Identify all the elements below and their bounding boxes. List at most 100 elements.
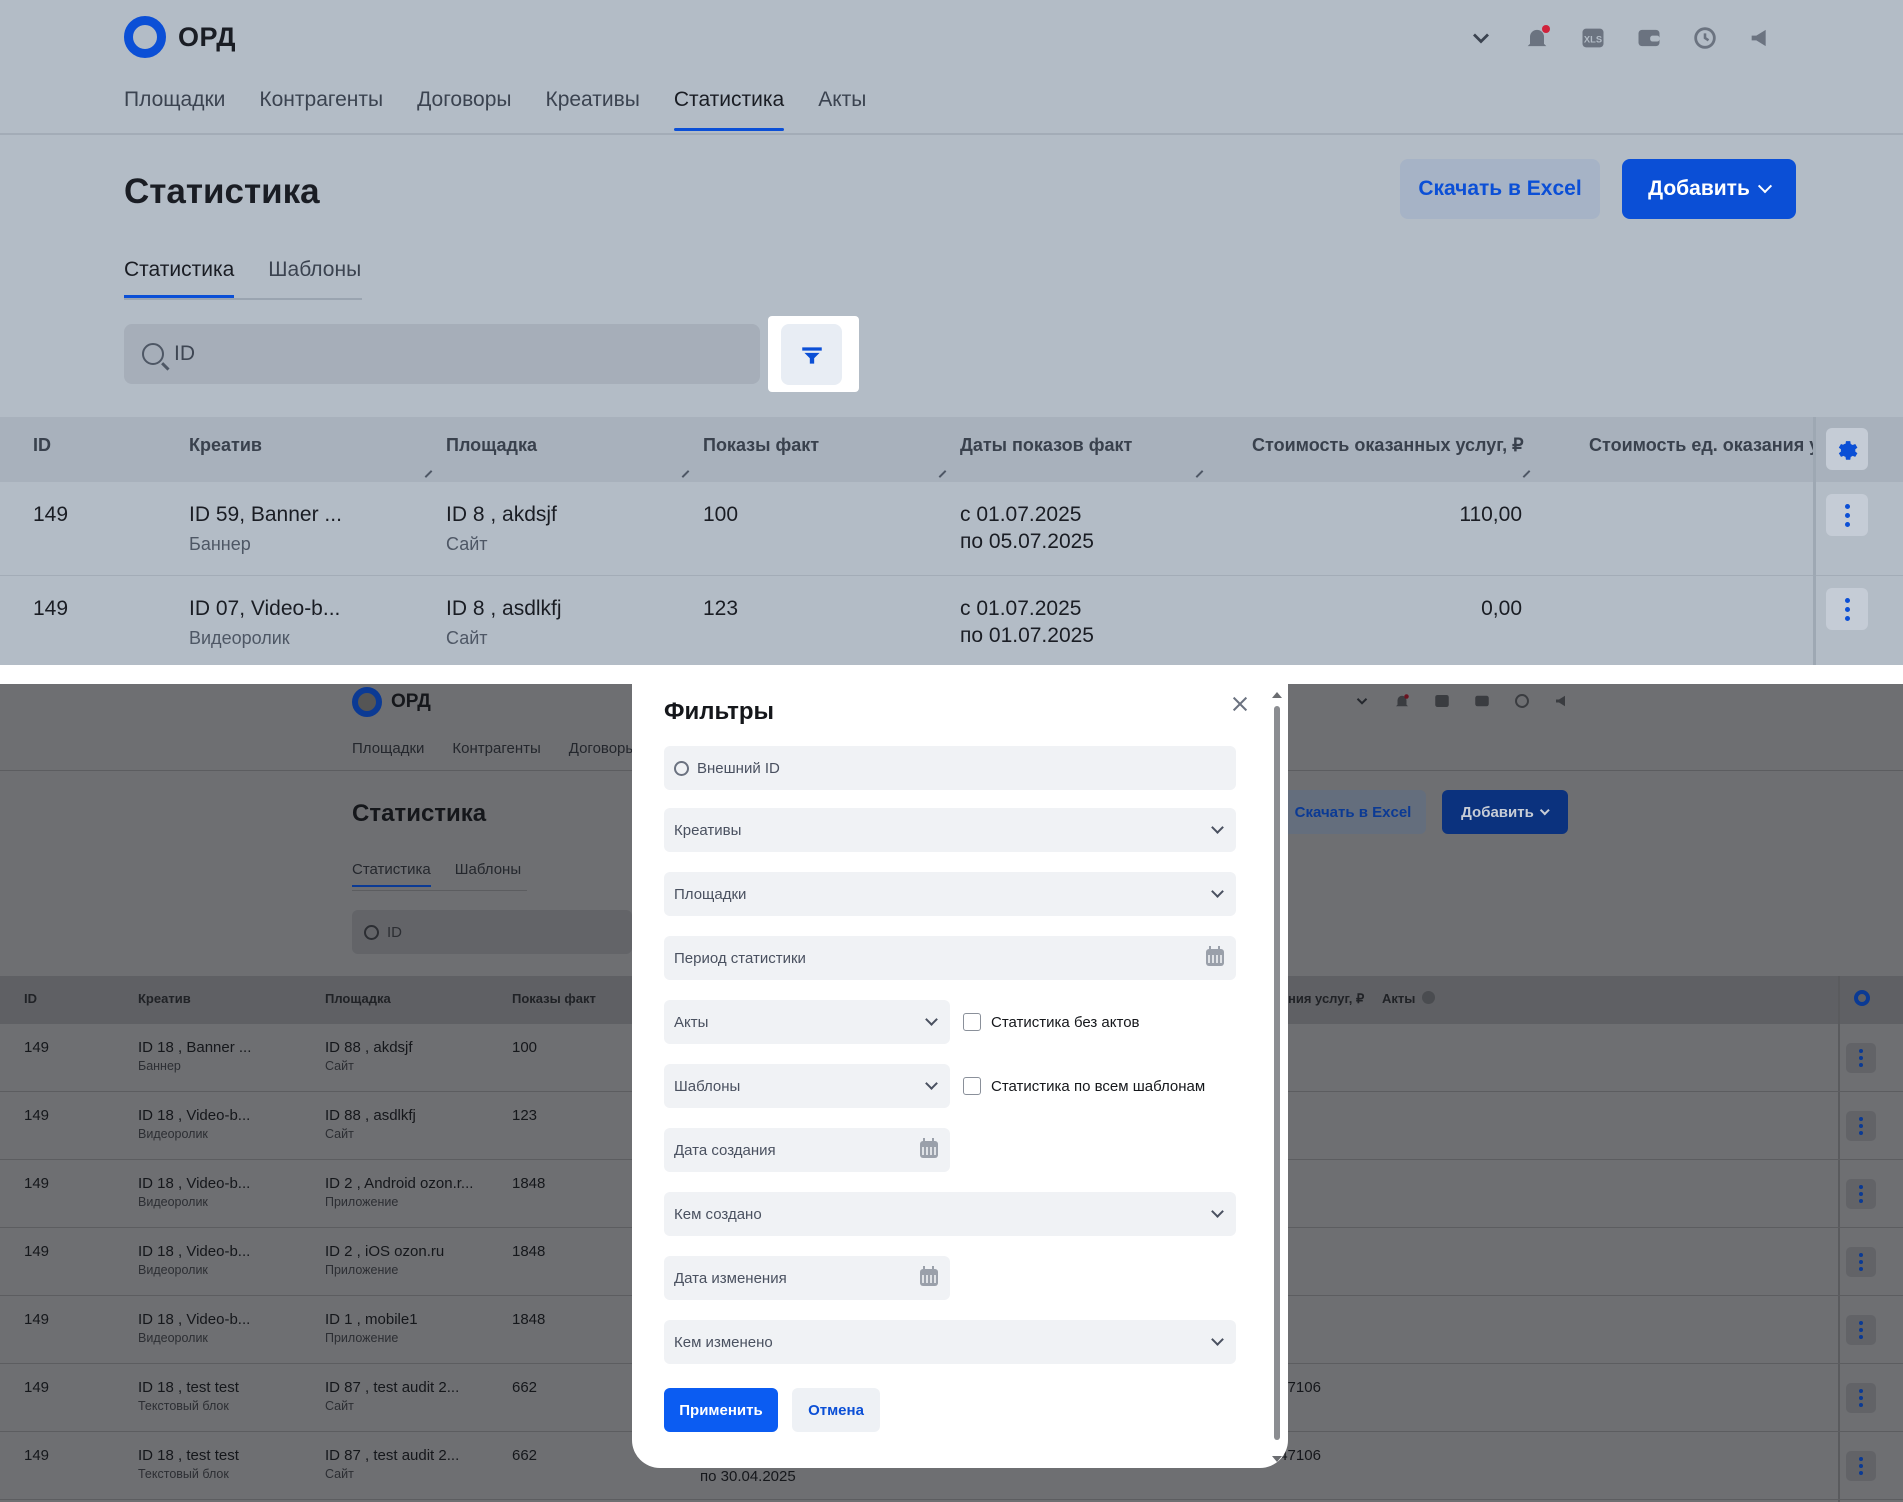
modal-scrollbar[interactable] <box>1272 690 1282 1462</box>
cell-platform: ID 88 , akdsjf <box>325 1039 413 1056</box>
resize-handle[interactable] <box>424 470 433 478</box>
all-templates-label: Статистика по всем шаблонам <box>991 1077 1206 1095</box>
cell-platform-type: Приложение <box>325 1331 399 1345</box>
nav-item-counterparties[interactable]: Контрагенты <box>259 88 383 130</box>
chevron-down-icon <box>1757 179 1772 194</box>
wallet-icon[interactable] <box>1633 22 1665 54</box>
cell-creative-type: Видеоролик <box>138 1195 208 1209</box>
resize-handle[interactable] <box>1195 470 1204 478</box>
cell-platform-type: Сайт <box>325 1467 354 1481</box>
info-icon <box>1422 991 1435 1004</box>
filter-button[interactable] <box>781 324 842 385</box>
page-title: Статистика <box>352 800 487 827</box>
cell-shows: 1848 <box>512 1243 546 1260</box>
no-acts-checkbox[interactable]: Статистика без актов <box>963 1013 1140 1031</box>
megaphone-icon[interactable] <box>1745 22 1777 54</box>
add-button[interactable]: Добавить <box>1622 159 1796 219</box>
cell-platform-type: Сайт <box>446 534 488 554</box>
search-icon <box>142 343 164 365</box>
platforms-select[interactable]: Площадки <box>664 872 1236 916</box>
scroll-up-icon[interactable] <box>1272 692 1282 698</box>
nav-item-platforms[interactable]: Площадки <box>124 88 225 130</box>
cell-creative: ID 18 , test test <box>138 1379 239 1396</box>
scroll-down-icon[interactable] <box>1272 1456 1282 1462</box>
cancel-button[interactable]: Отмена <box>792 1388 880 1432</box>
cell-creative: ID 18 , test test <box>138 1447 239 1464</box>
bell-icon[interactable] <box>1521 22 1553 54</box>
download-excel-button[interactable]: Скачать в Excel <box>1400 159 1600 219</box>
table-row[interactable]: 149 ID 07, Video-b... Видеоролик ID 8 , … <box>0 576 1903 665</box>
chevron-down-icon[interactable] <box>1465 22 1497 54</box>
checkbox[interactable] <box>963 1077 981 1095</box>
gear-icon <box>1854 990 1870 1006</box>
nav-item-creatives[interactable]: Креативы <box>545 88 639 130</box>
created-date-field[interactable]: Дата создания <box>664 1128 950 1172</box>
resize-handle[interactable] <box>938 470 947 478</box>
apply-button[interactable]: Применить <box>664 1388 778 1432</box>
acts-select[interactable]: Акты <box>664 1000 950 1044</box>
column-header-platform[interactable]: Площадка <box>446 435 537 456</box>
cell-creative: ID 59, Banner ... <box>189 503 342 526</box>
period-field[interactable]: Период статистики <box>664 936 1236 980</box>
column-header-cost[interactable]: Стоимость оказанных услуг, ₽ <box>1252 435 1524 456</box>
cell-platform-type: Сайт <box>325 1059 354 1073</box>
screenshot-root: ОРД XLS Площадки Контрагенты Договоры Кр… <box>0 0 1903 1502</box>
scroll-thumb[interactable] <box>1274 706 1280 1440</box>
cell-platform-type: Сайт <box>325 1399 354 1413</box>
tab-templates: Шаблоны <box>454 861 522 878</box>
column-header-shows[interactable]: Показы факт <box>703 435 819 456</box>
resize-handle[interactable] <box>681 470 690 478</box>
checkbox[interactable] <box>963 1013 981 1031</box>
table-row[interactable]: 149 ID 59, Banner ... Баннер ID 8 , akds… <box>0 482 1903 576</box>
search-input: ID <box>352 910 632 954</box>
external-id-field[interactable]: Внешний ID <box>664 746 1236 790</box>
chevron-down-icon <box>925 1013 938 1026</box>
all-templates-checkbox[interactable]: Статистика по всем шаблонам <box>963 1077 1205 1095</box>
add-button-label: Добавить <box>1461 803 1534 821</box>
cell-creative: ID 07, Video-b... <box>189 597 341 620</box>
row-actions-button[interactable] <box>1826 494 1868 536</box>
close-icon[interactable] <box>1228 692 1252 716</box>
tab-statistics[interactable]: Статистика <box>124 258 235 298</box>
history-icon[interactable] <box>1689 22 1721 54</box>
modified-by-select[interactable]: Кем изменено <box>664 1320 1236 1364</box>
modified-date-field[interactable]: Дата изменения <box>664 1256 950 1300</box>
app-logo[interactable]: ОРД <box>124 16 236 58</box>
cell-platform: ID 2 , iOS ozon.ru <box>325 1243 445 1260</box>
table-settings-button[interactable] <box>1826 428 1868 470</box>
notification-dot <box>1542 25 1550 33</box>
nav-item-statistics[interactable]: Статистика <box>673 88 785 131</box>
chevron-down-icon <box>1211 1205 1224 1218</box>
row-actions-button <box>1846 1247 1876 1277</box>
nav-item-acts[interactable]: Акты <box>818 88 866 130</box>
templates-select[interactable]: Шаблоны <box>664 1064 950 1108</box>
xls-icon <box>1432 691 1452 711</box>
xls-icon[interactable]: XLS <box>1577 22 1609 54</box>
tab-templates[interactable]: Шаблоны <box>268 258 361 296</box>
column-header-unit-cost[interactable]: Стоимость ед. оказания у <box>1589 435 1813 456</box>
column-header-id[interactable]: ID <box>33 435 51 456</box>
cell-creative-type: Видеоролик <box>138 1263 208 1277</box>
nav-item-contracts[interactable]: Договоры <box>417 88 511 130</box>
row-actions-button[interactable] <box>1826 588 1868 630</box>
panel-divider <box>0 665 1903 685</box>
resize-handle[interactable] <box>1522 470 1531 478</box>
column-header-dates[interactable]: Даты показов факт <box>960 435 1132 456</box>
megaphone-icon <box>1552 691 1572 711</box>
nav-item-counterparties: Контрагенты <box>452 740 541 757</box>
cell-id: 149 <box>24 1175 50 1192</box>
column-header-creative[interactable]: Креатив <box>189 435 262 456</box>
cell-cost: 0,00 <box>1481 597 1522 620</box>
created-by-select[interactable]: Кем создано <box>664 1192 1236 1236</box>
cell-creative: ID 18 , Banner ... <box>138 1039 252 1056</box>
cell-creative-type: Баннер <box>138 1059 181 1073</box>
nav-item-platforms: Площадки <box>352 740 425 757</box>
header-icons <box>1352 691 1572 711</box>
svg-text:XLS: XLS <box>1584 35 1602 45</box>
subtabs: Статистика Шаблоны <box>352 861 521 887</box>
calendar-icon <box>1206 946 1224 966</box>
column-header-cost: ния услуг, ₽ <box>1288 991 1365 1006</box>
period-label: Период статистики <box>674 949 806 967</box>
creatives-select[interactable]: Креативы <box>664 808 1236 852</box>
search-input[interactable]: ID <box>124 324 760 384</box>
